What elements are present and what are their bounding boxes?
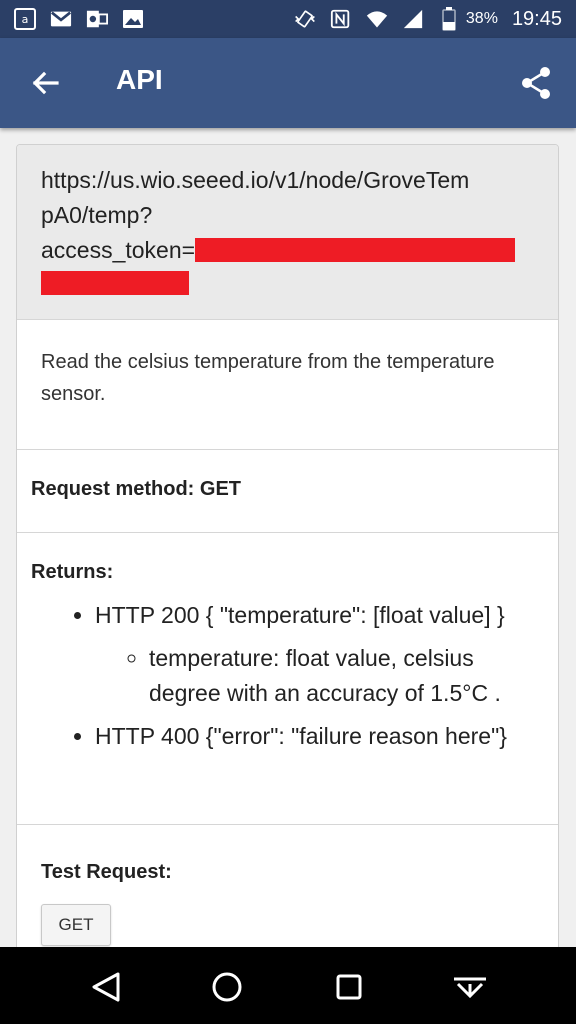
page-title: API — [116, 64, 163, 95]
signal-icon — [402, 8, 424, 30]
returns-heading: Returns: — [31, 561, 114, 583]
redacted-token-continued — [41, 271, 189, 295]
redacted-token — [195, 238, 516, 263]
list-item: HTTP 400 {"error": "failure reason here"… — [95, 719, 544, 754]
share-button[interactable] — [520, 66, 552, 100]
outlook-icon — [86, 8, 108, 30]
share-icon — [522, 67, 550, 99]
test-request-heading: Test Request: — [41, 861, 172, 883]
api-description: Read the celsius temperature from the te… — [17, 320, 558, 450]
request-method: Request method: GET — [17, 450, 558, 533]
return-http-200: HTTP 200 { "temperature": [float value] … — [95, 602, 505, 628]
back-triangle-icon — [92, 972, 120, 1002]
list-item: HTTP 200 { "temperature": [float value] … — [95, 598, 544, 711]
get-button[interactable]: GET — [41, 904, 111, 946]
arrow-back-icon — [32, 71, 59, 95]
battery-percent: 38% — [465, 10, 498, 27]
api-url[interactable]: https://us.wio.seeed.io/v1/node/GroveTem… — [17, 145, 558, 320]
list-item: temperature: float value, celsius degree… — [149, 641, 544, 711]
status-time: 19:45 — [511, 7, 562, 30]
return-temperature-detail: temperature: float value, celsius degree… — [149, 645, 501, 706]
url-token-line: access_token= — [41, 233, 536, 268]
returns-list: HTTP 200 { "temperature": [float value] … — [31, 598, 544, 754]
back-button[interactable] — [28, 65, 64, 101]
status-bar: a 38% 19:45 — [0, 0, 576, 38]
nav-back-button[interactable] — [86, 967, 126, 1007]
api-card: https://us.wio.seeed.io/v1/node/GroveTem… — [16, 144, 559, 964]
nav-hide-keyboard-button[interactable] — [450, 967, 490, 1007]
app-bar: API — [0, 38, 576, 128]
nav-recents-button[interactable] — [329, 967, 369, 1007]
access-token-label: access_token= — [41, 237, 196, 263]
svg-text:a: a — [22, 13, 29, 26]
test-request-section: Test Request: GET — [17, 825, 558, 946]
returns-section: Returns: HTTP 200 { "temperature": [floa… — [17, 533, 558, 825]
gmail-icon — [50, 8, 72, 30]
vibrate-icon — [294, 8, 316, 30]
wifi-icon — [366, 8, 388, 30]
url-line-2: pA0/temp? — [41, 202, 153, 228]
home-circle-icon — [212, 972, 242, 1002]
hide-keyboard-icon — [454, 977, 486, 999]
gallery-icon — [122, 8, 144, 30]
returns-sublist: temperature: float value, celsius degree… — [95, 641, 544, 711]
return-http-400: HTTP 400 {"error": "failure reason here"… — [95, 723, 507, 749]
recents-square-icon — [336, 974, 362, 1000]
navigation-bar — [0, 947, 576, 1024]
url-line-1: https://us.wio.seeed.io/v1/node/GroveTem — [41, 167, 470, 193]
nav-home-button[interactable] — [207, 967, 247, 1007]
amazon-icon: a — [14, 8, 36, 30]
battery-icon — [438, 7, 460, 31]
nfc-icon — [330, 8, 352, 30]
